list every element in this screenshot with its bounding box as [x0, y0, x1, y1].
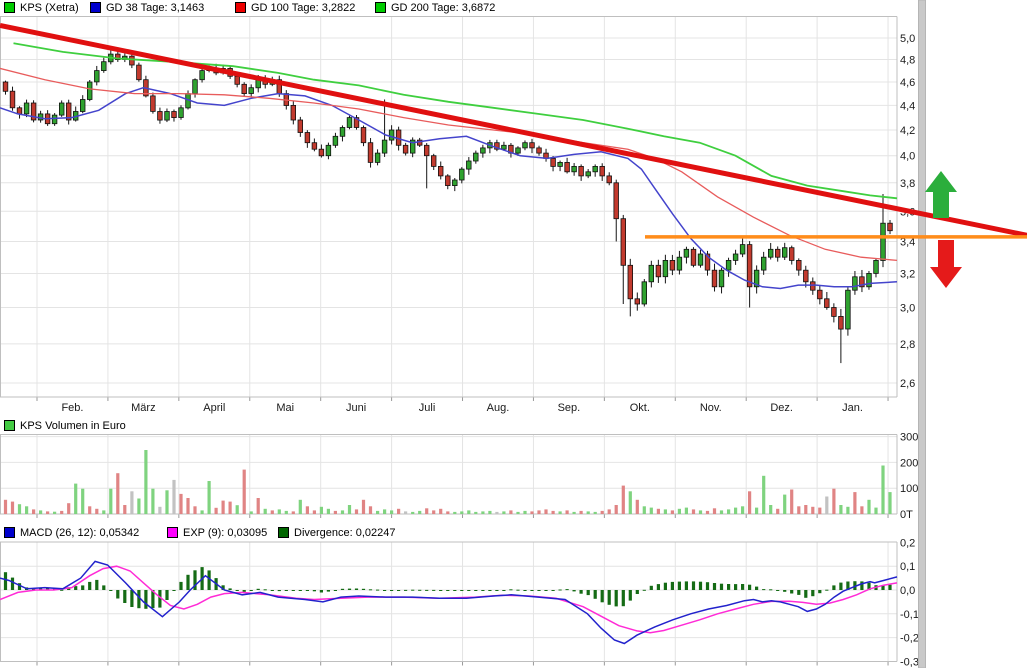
- legend-label: GD 200 Tage: 3,6872: [391, 1, 496, 14]
- month-x-axis: Feb. März April Mai Juni Juli Aug. Sep. Okt. Nov.…: [61, 402, 863, 414]
- svg-text:100: 100: [900, 483, 918, 495]
- svg-text:Sep.: Sep.: [558, 402, 581, 414]
- svg-text:4,2: 4,2: [900, 125, 915, 137]
- legend-item-volume: KPS Volumen in Euro: [4, 419, 126, 432]
- svg-text:Okt.: Okt.: [630, 402, 650, 414]
- legend-item-gd100: GD 100 Tage: 3,2822: [235, 1, 355, 14]
- svg-text:4,0: 4,0: [900, 151, 915, 163]
- svg-text:Mai: Mai: [276, 402, 294, 414]
- grid: [0, 16, 897, 666]
- svg-text:0,2: 0,2: [900, 537, 915, 549]
- macd-histogram: [3, 567, 892, 609]
- stock-chart-svg: 5,04,84,64,44,24,03,83,63,43,23,02,82,63…: [0, 0, 1027, 668]
- divergence-swatch-icon: [278, 527, 289, 538]
- svg-text:0,1: 0,1: [900, 561, 915, 573]
- volume-bars: [3, 450, 892, 515]
- svg-text:4,8: 4,8: [900, 55, 915, 67]
- svg-text:3,8: 3,8: [900, 178, 915, 190]
- gd100-line: [0, 67, 898, 262]
- svg-text:4,6: 4,6: [900, 77, 915, 89]
- svg-text:3,0: 3,0: [900, 303, 915, 315]
- svg-text:300: 300: [900, 432, 918, 444]
- svg-text:5,0: 5,0: [900, 33, 915, 45]
- exp-swatch-icon: [167, 527, 178, 538]
- legend-label: GD 38 Tage: 3,1463: [106, 1, 205, 14]
- svg-text:3,2: 3,2: [900, 268, 915, 280]
- svg-text:2,6: 2,6: [900, 378, 915, 390]
- svg-text:-0,2: -0,2: [900, 633, 919, 645]
- exp-line: [0, 565, 898, 634]
- svg-text:-0,3: -0,3: [900, 656, 919, 668]
- volume-y-axis: 300 200 100 0T: [900, 432, 918, 521]
- legend-label: MACD (26, 12): 0,05342: [20, 526, 140, 539]
- legend-label: KPS (Xetra): [20, 1, 79, 14]
- legend-label: KPS Volumen in Euro: [20, 419, 126, 432]
- svg-text:4,4: 4,4: [900, 100, 915, 112]
- macd-line: [0, 560, 898, 645]
- svg-text:200: 200: [900, 457, 918, 469]
- macd-swatch-icon: [4, 527, 15, 538]
- volume-swatch-icon: [4, 420, 15, 431]
- legend-item-macd: MACD (26, 12): 0,05342: [4, 526, 139, 539]
- gd38-swatch-icon: [90, 2, 101, 13]
- svg-text:Juli: Juli: [419, 402, 436, 414]
- legend-item-gd200: GD 200 Tage: 3,6872: [375, 1, 495, 14]
- svg-text:0,0: 0,0: [900, 585, 915, 597]
- vertical-scrollbar[interactable]: [918, 0, 926, 668]
- legend-item-exp: EXP (9): 0,03095: [167, 526, 267, 539]
- legend-label: EXP (9): 0,03095: [183, 526, 268, 539]
- svg-text:Dez.: Dez.: [770, 402, 793, 414]
- legend-label: GD 100 Tage: 3,2822: [251, 1, 356, 14]
- svg-text:Aug.: Aug.: [487, 402, 510, 414]
- panel-frames: [0, 16, 898, 662]
- down-arrow-icon: [930, 240, 962, 288]
- legend-item-kps: KPS (Xetra): [4, 1, 79, 14]
- svg-text:-0,1: -0,1: [900, 609, 919, 621]
- legend-item-divergence: Divergence: 0,02247: [278, 526, 396, 539]
- svg-text:Juni: Juni: [346, 402, 366, 414]
- gd200-swatch-icon: [375, 2, 386, 13]
- stock-chart-page: { "window": {"width": 1027, "height": 66…: [0, 0, 1027, 668]
- legend-item-gd38: GD 38 Tage: 3,1463: [90, 1, 204, 14]
- svg-text:März: März: [131, 402, 155, 414]
- svg-text:0T: 0T: [900, 509, 913, 521]
- svg-text:April: April: [203, 402, 225, 414]
- kps-swatch-icon: [4, 2, 15, 13]
- legend-label: Divergence: 0,02247: [294, 526, 396, 539]
- svg-text:Nov.: Nov.: [700, 402, 722, 414]
- gd100-swatch-icon: [235, 2, 246, 13]
- macd-y-axis: 0,2 0,1 0,0 -0,1 -0,2 -0,3: [900, 537, 919, 668]
- svg-text:Jan.: Jan.: [842, 402, 863, 414]
- svg-text:Feb.: Feb.: [61, 402, 83, 414]
- svg-text:2,8: 2,8: [900, 339, 915, 351]
- up-arrow-icon: [925, 171, 957, 218]
